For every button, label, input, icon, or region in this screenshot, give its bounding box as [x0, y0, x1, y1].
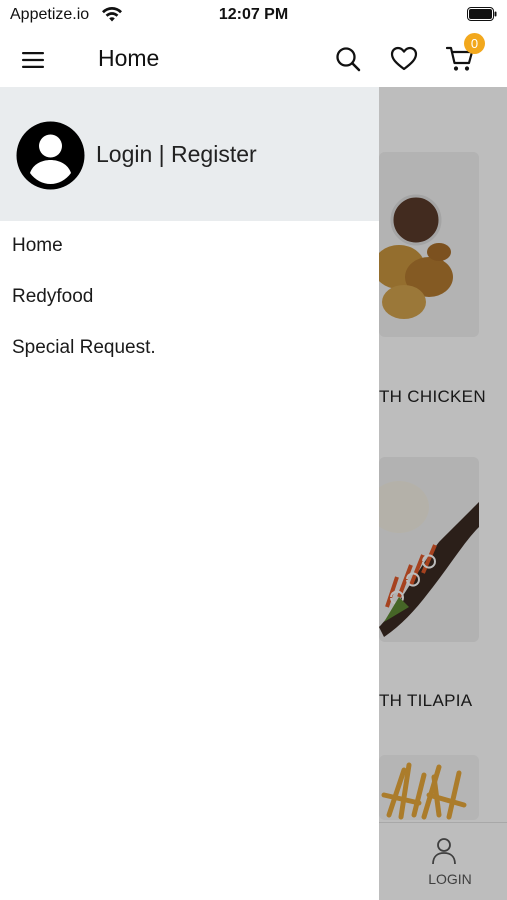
heart-icon[interactable] — [390, 45, 418, 73]
drawer-scrim[interactable] — [379, 87, 507, 900]
status-bar: Appetize.io 12:07 PM — [0, 0, 507, 32]
login-register-link[interactable]: Login | Register — [96, 141, 257, 168]
battery-icon — [467, 7, 497, 21]
account-circle-icon[interactable] — [16, 121, 85, 190]
app-bar: Home 0 — [0, 32, 507, 87]
drawer-item-redyfood[interactable]: Redyfood — [12, 286, 93, 308]
menu-icon[interactable] — [20, 47, 46, 73]
drawer-item-special-request[interactable]: Special Request. — [12, 337, 156, 359]
drawer-header: Login | Register — [0, 87, 379, 221]
page-title: Home — [98, 45, 160, 71]
clock: 12:07 PM — [218, 6, 289, 23]
cart-count-badge: 0 — [464, 33, 485, 54]
search-icon[interactable] — [334, 45, 362, 73]
navigation-drawer: Login | Register Home Redyfood Special R… — [0, 87, 379, 900]
drawer-item-home[interactable]: Home — [12, 235, 63, 257]
